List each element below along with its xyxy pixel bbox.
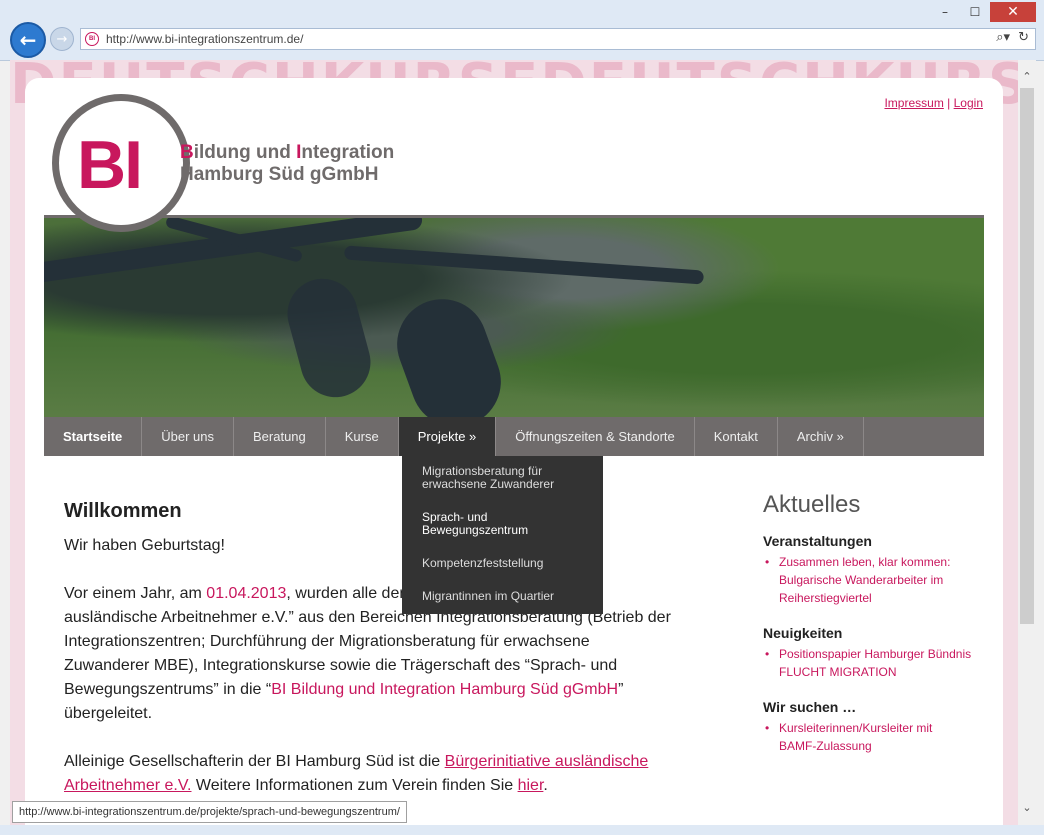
refresh-icon[interactable]: ↻ [1018,30,1029,45]
window-controls: – ☐ ✕ [930,2,1036,22]
date-text: 01.04.2013 [206,585,287,602]
sidebar-heading-neuigkeiten: Neuigkeiten [763,625,843,641]
nav-kurse[interactable]: Kurse [326,417,399,456]
sidebar-link-jobs[interactable]: Kursleiterinnen/Kursleiter mit BAMF-Zula… [763,719,973,755]
address-bar[interactable]: BI http://www.bi-integrationszentrum.de/… [80,28,1036,50]
url-text[interactable]: http://www.bi-integrationszentrum.de/ [106,32,303,46]
sidebar-heading-veranstaltungen: Veranstaltungen [763,533,872,549]
back-arrow-icon[interactable]: ← [10,22,46,58]
nav-archiv[interactable]: Archiv » [778,417,864,456]
bi-gmbh-link[interactable]: BI Bildung und Integration Hamburg Süd g… [271,681,618,698]
impressum-link[interactable]: Impressum [884,96,943,110]
nav-startseite[interactable]: Startseite [44,417,143,456]
hero-satellite-image [44,215,984,420]
brand-name: Bildung und Integration Hamburg Süd gGmb… [180,142,394,186]
brand-line-2: Hamburg Süd gGmbH [180,164,379,185]
minimize-button[interactable]: – [930,2,960,22]
dropdown-migrationsberatung[interactable]: Migrationsberatung für erwachsene Zuwand… [402,465,603,491]
logo-mark[interactable]: BI [77,130,143,200]
window-bottom-border [0,825,1044,835]
sidebar-title: Aktuelles [763,491,861,518]
main-navigation: Startseite Über uns Beratung Kurse Proje… [44,417,984,456]
hier-link[interactable]: hier [518,777,544,794]
nav-beratung[interactable]: Beratung [234,417,326,456]
close-button[interactable]: ✕ [990,2,1036,22]
forward-arrow-icon[interactable]: → [50,27,74,51]
dropdown-migrantinnen[interactable]: Migrantinnen im Quartier [402,590,603,603]
dropdown-sprach-bewegungszentrum[interactable]: Sprach- und Bewegungszentrum [402,511,603,537]
nav-kontakt[interactable]: Kontakt [695,417,778,456]
sidebar-heading-wir-suchen: Wir suchen … [763,699,857,715]
status-url-tooltip: http://www.bi-integrationszentrum.de/pro… [12,801,407,823]
news-sidebar: Aktuelles Veranstaltungen Zusammen leben… [763,491,973,773]
page-container: Impressum | Login BI Bildung und Integra… [25,78,1003,825]
dropdown-kompetenzfeststellung[interactable]: Kompetenzfeststellung [402,557,603,570]
sidebar-link-news[interactable]: Positionspapier Hamburger Bündnis FLUCHT… [763,645,973,681]
projekte-dropdown: Migrationsberatung für erwachsene Zuwand… [402,456,603,614]
nav-ueber-uns[interactable]: Über uns [142,417,234,456]
brand-line-1: Bildung und Integration [180,142,395,163]
nav-oeffnungszeiten[interactable]: Öffnungszeiten & Standorte [496,417,695,456]
favicon-icon: BI [85,32,99,46]
scroll-down-icon[interactable]: ⌄ [1018,799,1036,815]
scroll-thumb[interactable] [1020,88,1034,624]
maximize-button[interactable]: ☐ [960,2,990,22]
sidebar-link-event[interactable]: Zusammen leben, klar kommen: Bulgarische… [763,553,973,607]
search-icon[interactable]: ⌕▾ [996,30,1010,45]
vertical-scrollbar[interactable]: ⌃ ⌄ [1018,60,1036,825]
top-links-separator: | [947,96,951,110]
scroll-up-icon[interactable]: ⌃ [1018,68,1036,84]
shareholder-paragraph: Alleinige Gesellschafterin der BI Hambur… [64,753,649,794]
nav-projekte[interactable]: Projekte » [398,417,497,456]
top-links: Impressum | Login [884,96,983,110]
page-viewport: DEUTSCHKURSEDEUTSCHKURSE Impressum | Log… [10,60,1018,825]
login-link[interactable]: Login [954,96,983,110]
browser-toolbar: – ☐ ✕ ← → BI http://www.bi-integrationsz… [0,0,1044,61]
